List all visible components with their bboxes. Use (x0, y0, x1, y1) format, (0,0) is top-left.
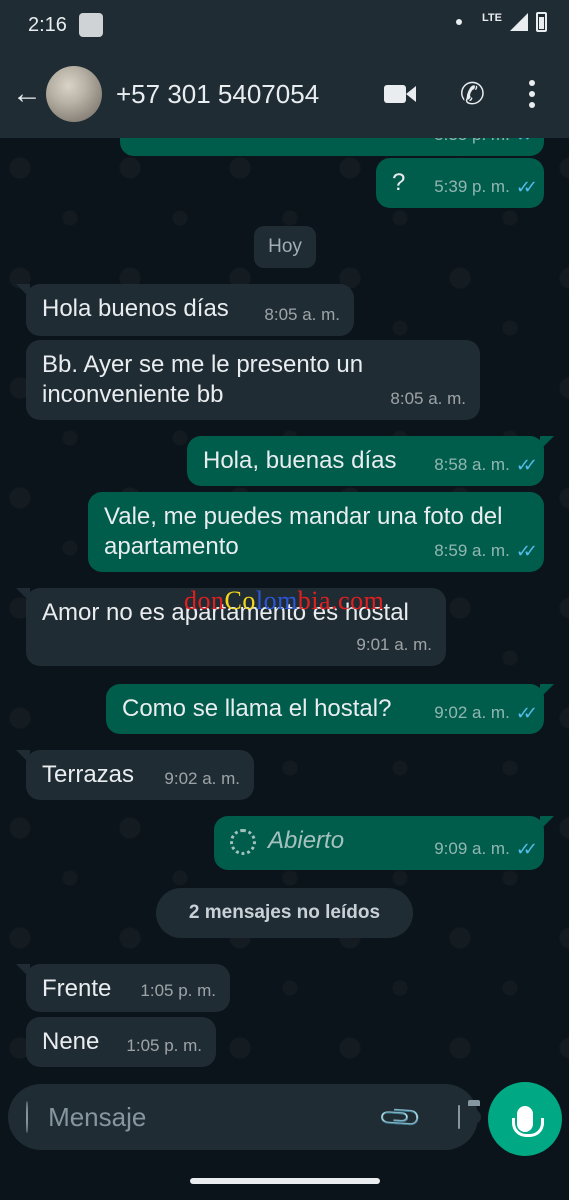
microphone-icon (512, 1106, 544, 1137)
read-receipt-icon: ✓✓ (515, 455, 538, 475)
message-time: 5:35 p. m. (434, 138, 510, 150)
message-meta: 9:09 a. m. ✓✓ (434, 834, 538, 864)
voice-record-button[interactable] (488, 1082, 562, 1156)
message-input-container: 📎 (8, 1084, 482, 1150)
message-meta: 5:35 p. m. ✓✓ (434, 138, 538, 150)
view-once-message[interactable]: Abierto 9:09 a. m. ✓✓ (214, 816, 554, 870)
home-indicator[interactable] (190, 1178, 380, 1184)
unread-separator: 2 mensajes no leídos (156, 888, 413, 938)
message-meta: 1:05 p. m. (126, 1031, 202, 1061)
read-receipt-icon: ✓✓ (515, 839, 538, 859)
message-time: 8:58 a. m. (434, 455, 510, 474)
message-text: Bb. Ayer se me le presento un inconvenie… (42, 351, 364, 408)
message-time: 8:05 a. m. (264, 305, 340, 324)
more-options-icon[interactable] (529, 80, 535, 108)
read-receipt-icon: ✓✓ (516, 138, 538, 150)
phone-icon[interactable]: ✆ (460, 77, 485, 112)
chat-header: ← +57 301 5407054 ✆ (0, 50, 569, 138)
message-bubble[interactable]: Como se llama el hostal? 9:02 a. m. ✓✓ (106, 684, 554, 734)
message-bubble[interactable]: ? 5:39 p. m. ✓✓ (376, 158, 544, 208)
message-meta: 5:39 p. m. ✓✓ (434, 172, 538, 202)
emoji-icon[interactable] (26, 1101, 51, 1133)
message-time: 9:09 a. m. (434, 839, 510, 858)
signal-icon (510, 13, 528, 31)
message-meta: 9:01 a. m. (356, 630, 432, 660)
video-call-icon[interactable] (383, 83, 416, 105)
message-bubble[interactable]: Hola, buenas días 8:58 a. m. ✓✓ (187, 436, 554, 486)
message-bubble[interactable]: Hola buenos días 8:05 a. m. (16, 284, 354, 336)
message-time: 1:05 p. m. (126, 1036, 202, 1055)
battery-icon (536, 12, 547, 32)
message-meta: 1:05 p. m. (140, 976, 216, 1006)
watermark: donColombia.com (184, 586, 384, 616)
camera-icon[interactable] (457, 1100, 482, 1129)
message-text: Hola, buenas días (203, 447, 397, 474)
message-bubble[interactable]: Bb. Ayer se me le presento un inconvenie… (26, 340, 480, 420)
message-text: Como se llama el hostal? (122, 695, 392, 722)
message-text: Hola buenos días (42, 295, 229, 322)
notification-image-icon (78, 13, 103, 37)
message-text: Terrazas (42, 761, 135, 788)
message-time: 8:05 a. m. (390, 389, 466, 408)
message-meta: 8:05 a. m. (390, 384, 466, 414)
notification-dot-icon (456, 19, 463, 25)
message-text: Abierto (268, 827, 345, 854)
read-receipt-icon: ✓✓ (515, 541, 538, 561)
composer: 📎 (0, 1080, 569, 1200)
message-meta: 8:58 a. m. ✓✓ (434, 450, 538, 480)
date-separator: Hoy (254, 226, 316, 268)
message-meta: 9:02 a. m. (164, 764, 240, 794)
contact-name[interactable]: +57 301 5407054 (116, 79, 384, 110)
message-bubble[interactable]: Vale, me puedes mandar una foto del apar… (88, 492, 544, 572)
status-bar: 2:16 LTE (0, 0, 569, 50)
message-input[interactable] (48, 1101, 384, 1133)
message-time: 8:59 a. m. (434, 541, 510, 560)
chat-area[interactable]: 5:35 p. m. ✓✓ ? 5:39 p. m. ✓✓ Hoy Hola b… (0, 138, 569, 1080)
message-time: 5:39 p. m. (434, 177, 510, 196)
message-text: ? (392, 169, 406, 196)
message-bubble[interactable]: 5:35 p. m. ✓✓ (120, 138, 544, 156)
message-time: 1:05 p. m. (140, 981, 216, 1000)
message-text: Nene (42, 1028, 100, 1055)
message-meta: 8:59 a. m. ✓✓ (434, 536, 538, 566)
message-bubble[interactable]: Nene 1:05 p. m. (26, 1017, 216, 1067)
header-actions: ✆ (383, 77, 535, 112)
watermark-part: Co (224, 586, 256, 615)
watermark-part: bia.com (297, 586, 385, 615)
avatar[interactable] (46, 66, 102, 122)
watermark-part: lom (255, 586, 298, 615)
message-time: 9:01 a. m. (356, 635, 432, 654)
message-meta: 9:02 a. m. ✓✓ (434, 698, 538, 728)
status-indicators: LTE (456, 12, 547, 32)
read-receipt-icon: ✓✓ (515, 177, 538, 197)
message-bubble[interactable]: Terrazas 9:02 a. m. (16, 750, 254, 800)
message-bubble[interactable]: Frente 1:05 p. m. (16, 964, 230, 1012)
view-once-icon (230, 828, 256, 855)
message-text: Frente (42, 975, 112, 1002)
arrow-back-icon[interactable]: ← (12, 77, 46, 111)
status-time: 2:16 (28, 13, 67, 36)
watermark-part: don (184, 586, 225, 615)
read-receipt-icon: ✓✓ (515, 703, 538, 723)
network-type: LTE (482, 12, 502, 24)
attach-icon[interactable]: 📎 (377, 1093, 425, 1141)
message-time: 9:02 a. m. (164, 769, 240, 788)
message-time: 9:02 a. m. (434, 703, 510, 722)
message-meta: 8:05 a. m. (264, 300, 340, 330)
